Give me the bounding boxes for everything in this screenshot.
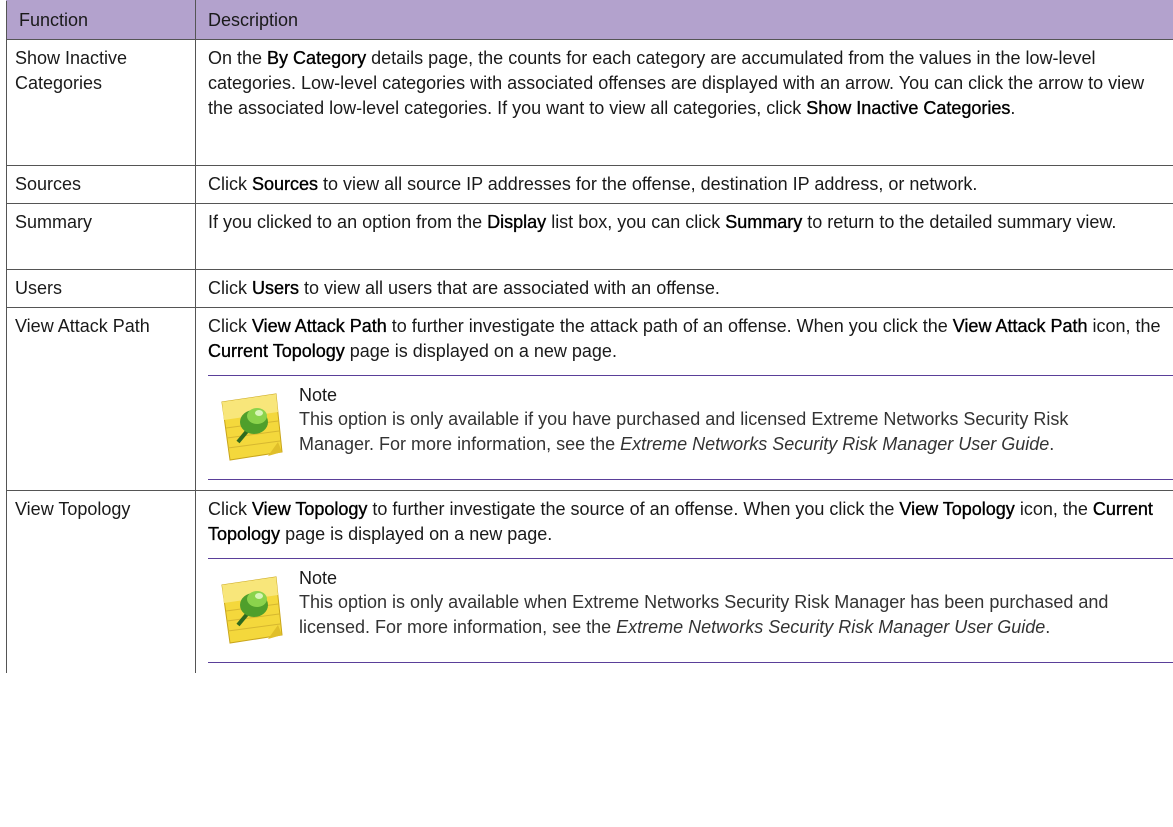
description-cell: Click Sources to view all source IP addr…	[195, 165, 1173, 204]
description-cell: Click View Topology to further investiga…	[195, 490, 1173, 673]
sticky-note-pushpin-icon	[216, 392, 286, 462]
table-row: Sources Click Sources to view all source…	[6, 165, 1173, 204]
note-title: Note	[299, 568, 338, 588]
note-box: Note This option is only available if yo…	[208, 375, 1173, 480]
table-row: View Topology Click View Topology to fur…	[6, 490, 1173, 673]
function-cell: View Attack Path	[6, 307, 196, 491]
table-header-row: Function Description	[6, 0, 1173, 40]
table-row: View Attack Path Click View Attack Path …	[6, 307, 1173, 491]
function-cell: Show Inactive Categories	[6, 39, 196, 166]
function-cell: Sources	[6, 165, 196, 204]
sticky-note-pushpin-icon	[216, 575, 286, 645]
note-body: This option is only available when Extre…	[299, 592, 1109, 637]
description-cell: Click Users to view all users that are a…	[195, 269, 1173, 308]
header-function: Function	[6, 0, 196, 40]
table-row: Users Click Users to view all users that…	[6, 269, 1173, 308]
note-body: This option is only available if you hav…	[299, 409, 1069, 454]
description-cell: On the By Category details page, the cou…	[195, 39, 1173, 166]
function-cell: Summary	[6, 203, 196, 270]
note-title: Note	[299, 385, 338, 405]
note-box: Note This option is only available when …	[208, 558, 1173, 663]
table-row: Summary If you clicked to an option from…	[6, 203, 1173, 270]
description-cell: Click View Attack Path to further invest…	[195, 307, 1173, 491]
description-cell: If you clicked to an option from the Dis…	[195, 203, 1173, 270]
table-row: Show Inactive Categories On the By Categ…	[6, 39, 1173, 166]
header-description: Description	[195, 0, 1173, 40]
document-page: Function Description Show Inactive Categ…	[0, 0, 1173, 827]
function-cell: View Topology	[6, 490, 196, 673]
function-cell: Users	[6, 269, 196, 308]
functions-table: Function Description Show Inactive Categ…	[6, 0, 1173, 673]
